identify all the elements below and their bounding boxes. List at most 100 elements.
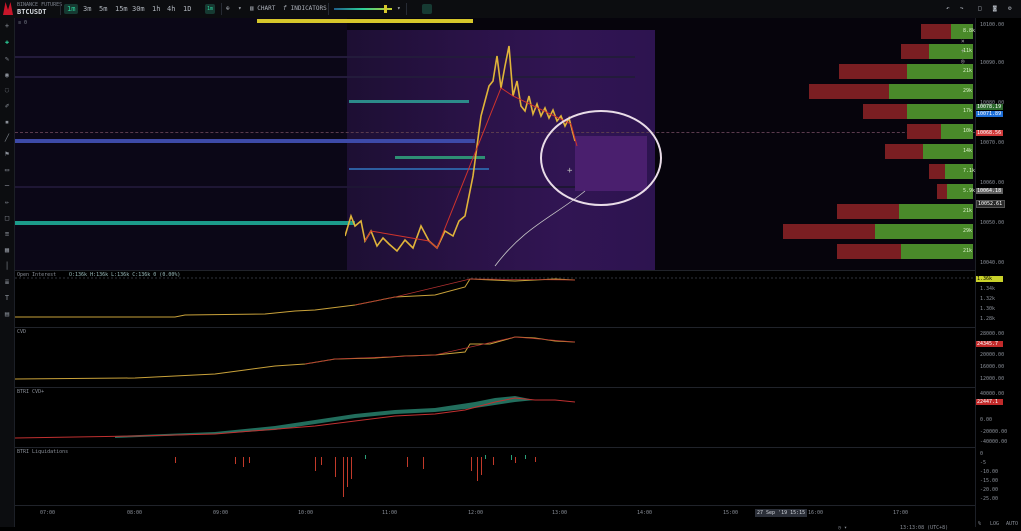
cursor-price-tag: 10052.61 (976, 200, 1005, 208)
time-tick: 09:00 (213, 510, 229, 516)
cvd-pane[interactable]: CVD (15, 327, 975, 388)
cvd-tick: 12000.00 (980, 376, 1005, 382)
liq-axis[interactable]: 0 -5 -10.00 -15.00 -20.00 -25.00 (975, 447, 1021, 505)
heatmap-toggle-button[interactable] (422, 4, 432, 14)
text-icon[interactable]: T (3, 294, 11, 302)
slider-handle[interactable] (384, 5, 387, 13)
btri-tick: 40000.00 (980, 391, 1005, 397)
percent-toggle[interactable]: % (978, 521, 981, 527)
oi-axis[interactable]: 1.36k 1.34k 1.32k 1.30k 1.28k (975, 270, 1021, 327)
flag-icon[interactable]: ⚑ (3, 150, 11, 158)
redo-icon[interactable]: ↷ (960, 4, 964, 14)
time-axis[interactable]: 07:00 08:00 09:00 10:00 11:00 12:00 13:0… (15, 505, 975, 531)
cvd-fill (115, 396, 535, 438)
price-tick: 10040.00 (980, 260, 1005, 266)
open-interest-pane[interactable]: Open Interest O:136k H:136k L:136k C:136… (15, 270, 975, 328)
globe-icon[interactable]: ⊕ (226, 4, 230, 14)
undo-icon[interactable]: ↶ (946, 4, 950, 14)
time-tick: 13:00 (552, 510, 568, 516)
pen-icon[interactable]: ✎ (3, 55, 11, 63)
fib-icon[interactable]: ≣ (3, 278, 11, 286)
oi-tick: 1.28k (980, 316, 996, 322)
trash-icon[interactable]: ▪ (3, 118, 11, 126)
timezone-icon[interactable]: ◷ ▾ (838, 525, 847, 531)
volume-profile-sell-bar (901, 44, 929, 59)
close-icon[interactable]: × (961, 38, 969, 45)
horizontal-line-icon[interactable]: ─ (3, 182, 11, 190)
brush-icon[interactable]: ✐ (3, 102, 11, 110)
session-bar (257, 19, 473, 23)
volume-profile-sell-bar (863, 104, 907, 119)
settings-icon[interactable]: ⚙ (1008, 4, 1012, 14)
price-axis[interactable]: 10100.00 10090.00 10080.00 10070.00 1006… (975, 18, 1021, 270)
camera-icon[interactable]: ◙ (993, 4, 997, 14)
grid-icon[interactable]: ▦ (3, 246, 11, 254)
log-toggle[interactable]: LOG (990, 521, 999, 527)
cursor-icon[interactable]: + (3, 22, 11, 30)
price-tick: 10070.00 (980, 140, 1005, 146)
chevron-down-icon[interactable]: ▾ (238, 4, 242, 14)
main-price-chart[interactable]: ≡ 0 + 8.8k 11k 21k 29k 17k 10k 14k 7.1k 5.9k 21k 2… (15, 18, 975, 270)
tf-4h-button[interactable]: 4h (167, 4, 175, 14)
brand-logo-icon[interactable] (3, 2, 13, 15)
tf-custom-button[interactable]: 1m (205, 4, 215, 14)
crosshair-icon[interactable]: ✚ (3, 38, 11, 46)
volume-profile-sell-bar (885, 144, 923, 159)
eye-icon[interactable]: ◉ (3, 71, 11, 79)
location-icon[interactable]: ◎ (961, 58, 969, 65)
indicator-label[interactable]: ≡ 0 (18, 20, 27, 26)
volume-profile-label: 29k (963, 88, 973, 94)
tf-3m-button[interactable]: 3m (83, 4, 91, 14)
volume-profile-sell-bar (921, 24, 951, 39)
tf-30m-button[interactable]: 30m (132, 4, 145, 14)
volume-profile-label: 8.8k (963, 28, 975, 34)
cursor-time-tag: 27 Sep '19 15:15 (755, 509, 808, 517)
tf-1m-button[interactable]: 1m (64, 4, 79, 14)
rectangle-icon[interactable]: □ (3, 214, 11, 222)
trend-line-icon[interactable]: ╱ (3, 134, 11, 142)
oi-tick: 1.32k (980, 296, 996, 302)
pencil-icon[interactable]: ✏ (3, 198, 11, 206)
tf-5m-button[interactable]: 5m (99, 4, 107, 14)
divider (221, 3, 222, 15)
price-tag: 10078.19 (976, 104, 1003, 110)
liq-tick: -20.00 (980, 487, 999, 493)
oi-tick: 1.30k (980, 306, 996, 312)
tf-15m-button[interactable]: 15m (115, 4, 128, 14)
auto-toggle[interactable]: AUTO (1006, 521, 1018, 527)
price-tick: 10050.00 (980, 220, 1005, 226)
drawing-toolbar: + ✚ ✎ ◉ ◌ ✐ ▪ ╱ ⚑ ▭ ─ ✏ □ ≡ ▦ │ ≣ T ▤ (0, 18, 15, 527)
tf-1h-button[interactable]: 1h (152, 4, 160, 14)
vertical-line-icon[interactable]: │ (3, 262, 11, 270)
chevron-down-icon[interactable]: ▾ (397, 4, 401, 14)
cvd-tick: 20000.00 (980, 352, 1005, 358)
volume-profile-label: 5.9k (963, 188, 975, 194)
fullscreen-icon[interactable]: □ (978, 4, 982, 14)
crosshair-cursor-icon: + (567, 166, 573, 176)
moving-average-line (494, 190, 586, 267)
btri-cvd-pane[interactable]: BTRI CVD+ (15, 387, 975, 448)
indicators-label: INDICATORS (290, 5, 327, 12)
opacity-slider[interactable] (334, 5, 392, 13)
liquidations-pane[interactable]: BTRI Liquidations (15, 447, 975, 506)
cvd-axis[interactable]: 28000.00 24345.7 20000.00 16000.00 12000… (975, 327, 1021, 387)
plus-icon[interactable]: + (961, 48, 969, 55)
time-tick: 11:00 (382, 510, 398, 516)
side-tools: × + ◎ (961, 38, 969, 65)
btri-tick: 0.00 (980, 417, 993, 423)
symbol-label[interactable]: BTCUSDT (17, 8, 47, 16)
tf-1d-button[interactable]: 1D (183, 4, 191, 14)
volume-profile-sell-bar (839, 64, 907, 79)
chart-type-button[interactable]: ▥ CHART (250, 4, 275, 14)
cvd-tick: 28000.00 (980, 331, 1005, 337)
volume-profile-sell-bar (837, 204, 899, 219)
ruler-icon[interactable]: ▭ (3, 166, 11, 174)
time-tick: 14:00 (637, 510, 653, 516)
magnet-icon[interactable]: ◌ (3, 86, 11, 94)
channel-icon[interactable]: ≡ (3, 230, 11, 238)
table-icon[interactable]: ▤ (3, 310, 11, 318)
time-tick: 17:00 (893, 510, 909, 516)
indicators-button[interactable]: f INDICATORS (283, 4, 327, 14)
liq-tick: -25.00 (980, 496, 999, 502)
btri-cvd-axis[interactable]: 40000.00 22447.1 0.00 -20000.00 -40000.0… (975, 387, 1021, 447)
